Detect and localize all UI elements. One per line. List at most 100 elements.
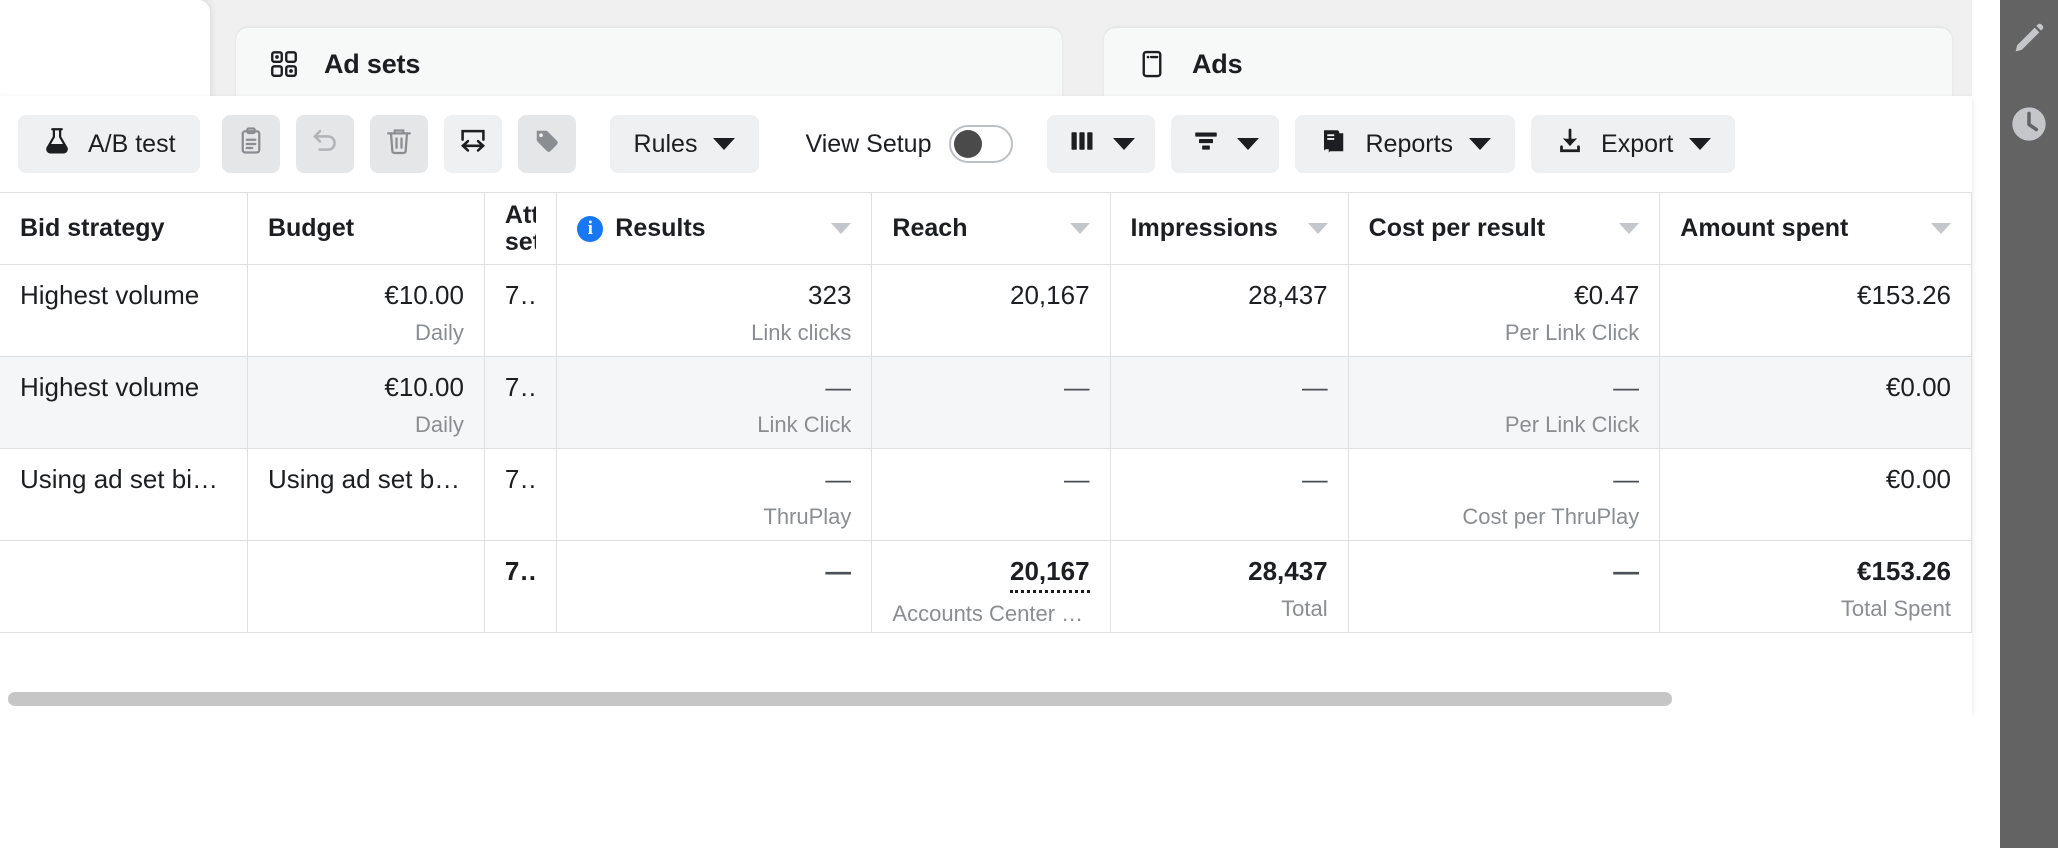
cell-primary-value: 28,437 [1248,280,1328,310]
chevron-down-icon [713,138,736,150]
rules-button[interactable]: Rules [609,115,760,173]
table-row[interactable]: Highest volume €10.00 Daily 7-… 323 Link clic… [0,264,1972,357]
columns-button[interactable] [1047,115,1156,173]
cell-secondary-label: Link clicks [751,319,852,345]
totals-cell-attr_setting: 7… [484,540,558,633]
table-totals-row: 7… — 20,167 Accounts Center ac… 28,437 Total —… [0,540,1972,633]
totals-cell-budget [247,540,485,633]
totals-cell-reach: 20,167 Accounts Center ac… [871,540,1111,633]
cell-primary-value: €153.26 [1857,556,1951,586]
column-header-label: Amount spent [1680,214,1849,242]
undo-button[interactable] [295,115,354,173]
cell-primary-value: Using ad set bid … [20,464,227,494]
duplicate-button[interactable] [221,115,280,173]
cell-budget: Using ad set bud… [247,448,485,541]
column-header-amount_spent[interactable]: Amount spent [1659,192,1972,265]
table-header-row: Bid strategy Budget Attrsett i Results Reach I… [0,192,1972,265]
cell-budget: €10.00 Daily [247,264,485,357]
page-background [0,712,1972,848]
column-header-label: Impressions [1130,214,1278,242]
view-setup-toggle[interactable] [949,125,1014,163]
cell-primary-value: — [825,372,852,402]
column-sort-chevron-icon[interactable] [1931,223,1951,234]
ads-table-scroll[interactable]: Bid strategy Budget Attrsett i Results Reach I… [0,192,1972,712]
column-header-results[interactable]: i Results [556,192,873,265]
cell-primary-value: — [1063,372,1090,402]
cell-secondary-label: Per Link Click [1504,319,1640,345]
cell-primary-value: — [825,556,852,586]
cell-secondary-label: ThruPlay [763,503,852,529]
column-header-label: Attrsett [504,201,537,256]
reports-label: Reports [1365,129,1454,158]
cell-primary-value: 20,167 [1010,555,1090,593]
main-panel: Ad sets Ads A/B test Rules View Setup Re… [0,0,1972,848]
scrollbar-thumb[interactable] [8,692,1672,706]
cell-bid_strategy: Highest volume [0,356,248,449]
ab-split-button[interactable] [443,115,502,173]
tab-ads[interactable]: Ads [1104,28,1952,100]
cell-primary-value: €0.00 [1885,464,1951,494]
column-header-label: Results [615,214,706,242]
download-icon [1555,126,1585,163]
export-button[interactable]: Export [1531,115,1736,173]
horizontal-scrollbar[interactable] [0,692,1972,706]
app-root: Ad sets Ads A/B test Rules View Setup Re… [0,0,2058,848]
column-header-reach[interactable]: Reach [871,192,1111,265]
export-label: Export [1601,129,1674,158]
content-sheet: A/B test Rules View Setup Reports Export… [0,96,1972,712]
tag-icon [532,126,562,163]
cell-secondary-label: Daily [415,411,464,437]
tag-button[interactable] [517,115,576,173]
ab-test-label: A/B test [88,129,176,158]
column-header-attr_setting[interactable]: Attrsett [484,192,558,265]
cell-primary-value: — [1613,556,1640,586]
cell-primary-value: Using ad set bud… [267,464,464,494]
info-icon[interactable]: i [577,215,604,242]
ab-test-button[interactable]: A/B test [18,115,200,173]
cell-impressions: — [1110,448,1349,541]
column-header-cost_per_result[interactable]: Cost per result [1348,192,1661,265]
cell-secondary-label: Accounts Center ac… [892,600,1090,626]
reports-button[interactable]: Reports [1295,115,1516,173]
table-row[interactable]: Highest volume€10.00Daily7-…—Link Click—… [0,356,1972,449]
cell-cost_per_result: — Cost per ThruPlay [1348,448,1661,541]
cell-results: — ThruPlay [556,448,873,541]
column-header-budget[interactable]: Budget [247,192,485,265]
cell-budget: €10.00 Daily [247,356,485,449]
right-rail [2000,0,2058,848]
chevron-down-icon [1689,138,1712,150]
column-sort-chevron-icon[interactable] [1307,223,1328,234]
view-setup-control[interactable]: View Setup [805,125,1014,163]
clipboard-icon [236,126,266,163]
column-header-label: Budget [267,214,355,242]
cell-reach: — [871,448,1111,541]
cell-amount_spent: €153.26 [1659,264,1972,357]
ads-table: Bid strategy Budget Attrsett i Results Reach I… [0,192,1972,633]
reports-book-icon [1319,126,1349,163]
cell-results: — Link Click [556,356,873,449]
table-row[interactable]: Using ad set bid … Using ad set bud… 7-… — T… [0,448,1972,541]
column-sort-chevron-icon[interactable] [1619,223,1640,234]
cell-primary-value: — [1301,372,1328,402]
trash-icon [384,126,414,163]
clock-icon[interactable] [2009,104,2049,144]
cell-amount_spent: €0.00 [1659,448,1972,541]
cell-impressions: 28,437 [1110,264,1349,357]
tab-campaigns[interactable] [0,0,210,100]
column-header-bid_strategy[interactable]: Bid strategy [0,192,248,265]
column-sort-chevron-icon[interactable] [1069,223,1090,234]
undo-arrow-icon [309,125,341,164]
tab-adsets[interactable]: Ad sets [236,28,1062,100]
tab-ads-label: Ads [1192,48,1243,79]
column-sort-chevron-icon[interactable] [831,223,852,234]
cell-secondary-label: Per Link Click [1504,411,1640,437]
cell-attr_setting: 7-… [484,448,558,541]
breakdown-button[interactable] [1171,115,1280,173]
cell-primary-value: 7-… [504,280,536,310]
cell-secondary-label: Total Spent [1840,595,1951,621]
chevron-down-icon [1113,138,1136,150]
pencil-icon[interactable] [2009,18,2049,58]
delete-button[interactable] [369,115,428,173]
table-header: Bid strategy Budget Attrsett i Results Reach I… [0,192,1972,265]
column-header-impressions[interactable]: Impressions [1110,192,1349,265]
